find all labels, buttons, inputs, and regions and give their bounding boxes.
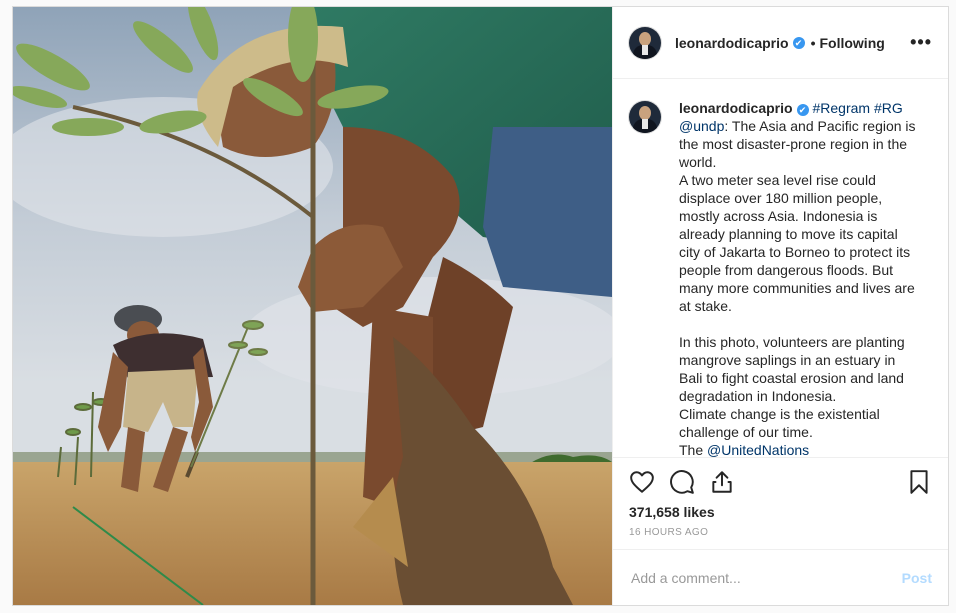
action-icons [629, 468, 932, 496]
comment-input[interactable] [629, 568, 902, 587]
avatar[interactable] [629, 101, 661, 133]
post-caption: leonardodicaprio ✔ #Regram #RG @undp: The… [679, 99, 919, 457]
avatar[interactable] [629, 26, 661, 59]
verified-badge-icon: ✔ [792, 36, 805, 49]
following-button[interactable]: Following [819, 35, 884, 51]
comment-icon[interactable] [669, 469, 695, 495]
heart-icon[interactable] [629, 469, 655, 495]
verified-badge-icon: ✔ [796, 104, 809, 116]
caption-username[interactable]: leonardodicaprio [679, 100, 793, 116]
post-side-panel: leonardodicaprio ✔ • Following ••• leona… [612, 7, 948, 605]
post-timestamp[interactable]: 16 HOURS AGO [629, 527, 932, 538]
likes-count[interactable]: 371,658 likes [629, 504, 932, 520]
post-comment-button[interactable]: Post [902, 570, 932, 586]
more-options-icon[interactable]: ••• [910, 32, 932, 53]
author-username[interactable]: leonardodicaprio [675, 35, 789, 51]
mangrove-planting-photo [13, 7, 612, 605]
caption-area[interactable]: leonardodicaprio ✔ #Regram #RG @undp: The… [613, 79, 948, 457]
separator-dot: • [810, 34, 816, 51]
caption-paragraph-5: The @UnitedNations [679, 441, 919, 457]
caption-mention[interactable]: @undp [679, 118, 724, 134]
caption-hashtags[interactable]: #Regram #RG [812, 100, 902, 116]
comment-box: Post [613, 549, 948, 605]
author-info: leonardodicaprio ✔ • Following [675, 35, 885, 51]
caption-paragraph-2: A two meter sea level rise could displac… [679, 172, 915, 314]
caption-paragraph-3: In this photo, volunteers are planting m… [679, 334, 905, 404]
caption-paragraph-4: Climate change is the existential challe… [679, 406, 880, 440]
post-photo[interactable] [13, 7, 612, 605]
bookmark-icon[interactable] [906, 469, 932, 495]
caption-para5-prefix: The [679, 442, 708, 457]
caption-mention-un[interactable]: @UnitedNations [707, 442, 809, 457]
share-icon[interactable] [709, 469, 735, 495]
post-actions: 371,658 likes 16 HOURS AGO [613, 457, 948, 549]
post-header: leonardodicaprio ✔ • Following ••• [613, 7, 948, 79]
instagram-post: leonardodicaprio ✔ • Following ••• leona… [12, 6, 949, 606]
